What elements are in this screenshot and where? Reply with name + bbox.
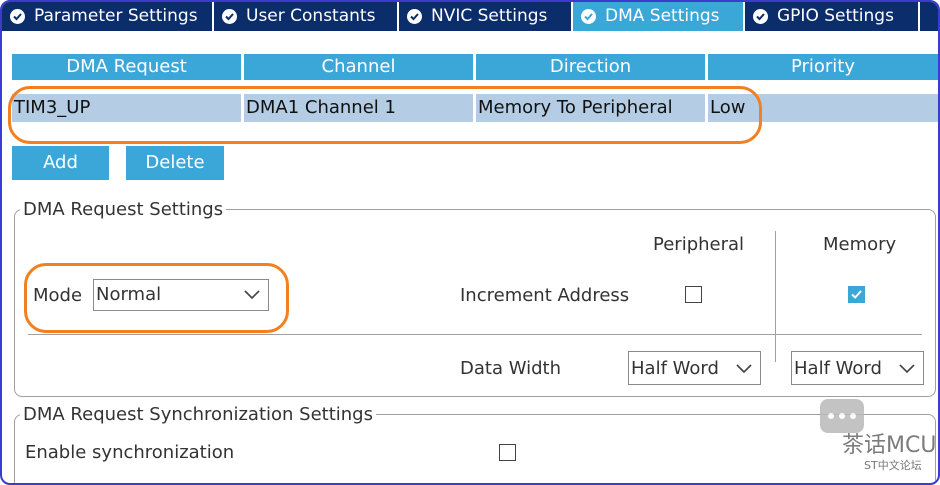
cell-dma-request: TIM3_UP bbox=[12, 94, 244, 122]
tab-dma-settings[interactable]: DMA Settings bbox=[573, 2, 745, 31]
increment-address-label: Increment Address bbox=[460, 285, 630, 306]
memory-increment-checkbox[interactable] bbox=[848, 286, 865, 303]
chevron-down-icon bbox=[899, 364, 915, 374]
watermark-brand: 茶话MCU bbox=[842, 433, 937, 458]
mode-select-value: Normal bbox=[96, 284, 162, 305]
column-header-dma-request[interactable]: DMA Request bbox=[12, 54, 244, 80]
dma-sync-settings-title: DMA Request Synchronization Settings bbox=[20, 404, 376, 426]
column-header-channel[interactable]: Channel bbox=[244, 54, 476, 80]
column-header-direction[interactable]: Direction bbox=[476, 54, 708, 80]
check-circle-icon bbox=[10, 9, 25, 24]
peripheral-increment-checkbox[interactable] bbox=[685, 286, 702, 303]
enable-sync-label: Enable synchronization bbox=[25, 442, 235, 463]
settings-divider bbox=[28, 334, 922, 335]
peripheral-column-label: Peripheral bbox=[653, 234, 745, 255]
tab-label: NVIC Settings bbox=[431, 6, 548, 26]
watermark: 茶话MCU ST中文论坛 bbox=[772, 399, 936, 479]
peripheral-data-width-select[interactable]: Half Word bbox=[628, 351, 761, 385]
table-row[interactable]: TIM3_UP DMA1 Channel 1 Memory To Periphe… bbox=[12, 94, 938, 122]
mode-select[interactable]: Normal bbox=[93, 279, 269, 311]
cell-direction: Memory To Peripheral bbox=[476, 94, 708, 122]
data-width-label: Data Width bbox=[460, 358, 561, 379]
cell-channel: DMA1 Channel 1 bbox=[244, 94, 476, 122]
delete-button[interactable]: Delete bbox=[126, 146, 224, 180]
enable-sync-checkbox[interactable] bbox=[499, 444, 516, 461]
tab-label: Parameter Settings bbox=[34, 6, 198, 26]
watermark-subtitle: ST中文论坛 bbox=[864, 459, 922, 472]
dma-table-header: DMA Request Channel Direction Priority bbox=[12, 54, 938, 80]
column-header-priority[interactable]: Priority bbox=[708, 54, 938, 80]
check-circle-icon bbox=[407, 9, 422, 24]
chevron-down-icon bbox=[736, 364, 752, 374]
mode-label: Mode bbox=[33, 285, 83, 306]
peripheral-data-width-value: Half Word bbox=[631, 358, 719, 379]
cell-priority: Low bbox=[710, 97, 746, 118]
check-circle-icon bbox=[581, 9, 596, 24]
tab-user-constants[interactable]: User Constants bbox=[214, 2, 399, 31]
chevron-down-icon bbox=[244, 290, 260, 300]
column-divider bbox=[775, 231, 776, 362]
dma-request-settings-title: DMA Request Settings bbox=[20, 199, 227, 221]
memory-data-width-value: Half Word bbox=[794, 358, 882, 379]
tab-bar: Parameter Settings User Constants NVIC S… bbox=[2, 2, 938, 31]
add-button[interactable]: Add bbox=[12, 146, 109, 180]
tab-parameter-settings[interactable]: Parameter Settings bbox=[2, 2, 214, 31]
tab-gpio-settings[interactable]: GPIO Settings bbox=[745, 2, 920, 31]
check-circle-icon bbox=[753, 9, 768, 24]
tab-label: GPIO Settings bbox=[777, 6, 894, 26]
tab-nvic-settings[interactable]: NVIC Settings bbox=[399, 2, 573, 31]
tab-label: User Constants bbox=[246, 6, 376, 26]
checkmark-icon bbox=[851, 290, 862, 299]
memory-column-label: Memory bbox=[823, 234, 897, 255]
dma-settings-panel: Parameter Settings User Constants NVIC S… bbox=[0, 0, 940, 485]
tab-label: DMA Settings bbox=[605, 6, 720, 26]
memory-data-width-select[interactable]: Half Word bbox=[791, 351, 924, 385]
check-circle-icon bbox=[222, 9, 237, 24]
